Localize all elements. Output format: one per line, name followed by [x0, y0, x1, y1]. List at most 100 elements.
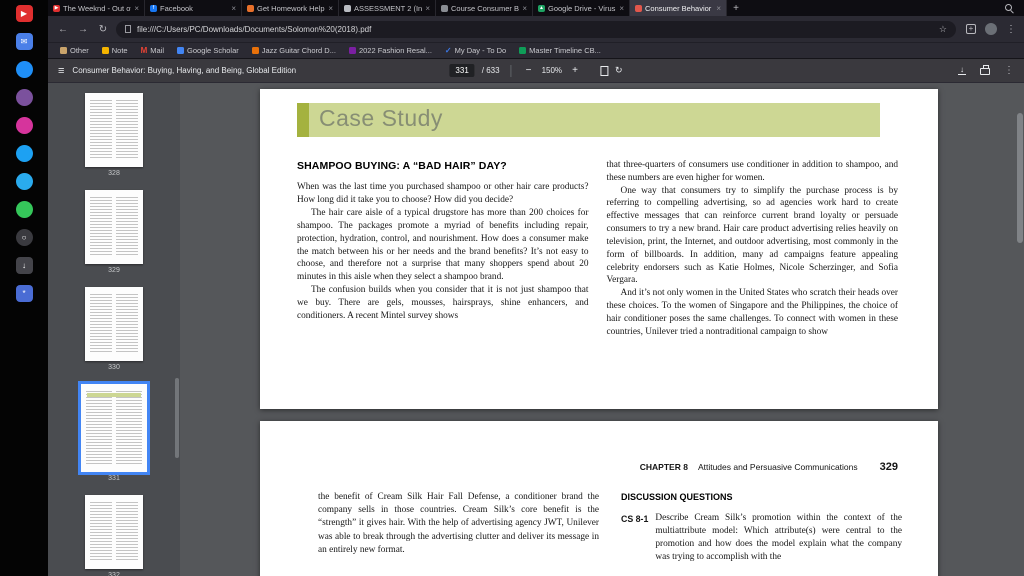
paragraph: that three-quarters of consumers use con…	[606, 160, 899, 183]
tab-title: Facebook	[160, 3, 193, 13]
tab-assessment[interactable]: ASSESSMENT 2 (Instructio ×	[339, 0, 436, 16]
pdf-page-331: Case Study SHAMPOO BUYING: A “BAD HAIR” …	[260, 89, 938, 409]
viewer-scrollbar[interactable]	[1017, 113, 1023, 243]
tab-facebook[interactable]: f Facebook ×	[145, 0, 242, 16]
clock-icon[interactable]: ○	[15, 229, 33, 246]
thumbnail-label: 329	[108, 267, 120, 274]
download-arrow: ↓	[960, 65, 964, 74]
bookmark-mail[interactable]: M Mail	[141, 46, 164, 55]
screen: ▶ ✉ ○ ↓ * ▶ The Weeknd - Out of Time × f…	[0, 0, 1024, 576]
browser-menu-icon[interactable]: ⋮	[1006, 24, 1016, 35]
telegram-icon[interactable]	[15, 173, 33, 190]
thumbnail-scrollbar[interactable]	[175, 378, 179, 458]
thumbnail-label: 330	[108, 364, 120, 371]
tab-title: The Weeknd - Out of Time	[63, 3, 131, 13]
twitter-icon[interactable]	[15, 145, 33, 162]
close-tab-icon[interactable]: ×	[134, 4, 139, 13]
thumbnail-page-331-active[interactable]: 331	[78, 381, 150, 482]
bookmark-fashion-resale[interactable]: 2022 Fashion Resal...	[348, 46, 432, 55]
thumbnail-label: 328	[108, 170, 120, 177]
settings-icon[interactable]: *	[15, 285, 33, 302]
page1-left-column: SHAMPOO BUYING: A “BAD HAIR” DAY? When w…	[297, 159, 589, 339]
tab-favicon	[344, 4, 351, 12]
close-tab-icon[interactable]: ×	[619, 4, 624, 13]
messenger-icon[interactable]	[15, 61, 33, 78]
thumbnail-page-332[interactable]: 332	[85, 495, 143, 576]
paragraph: When was the last time you purchased sha…	[297, 182, 589, 206]
zoom-level[interactable]: 150%	[542, 66, 562, 75]
back-icon[interactable]: ←	[56, 24, 70, 35]
thumbnail-page-329[interactable]: 329	[85, 190, 143, 274]
bookmark-label: Note	[111, 46, 128, 55]
thumbnail-page-328[interactable]: 328	[85, 93, 143, 177]
close-tab-icon[interactable]: ×	[328, 4, 333, 13]
app-dock: ▶ ✉ ○ ↓ *	[0, 0, 48, 576]
download-icon[interactable]: ↓	[958, 66, 966, 75]
guitar-site-icon	[251, 47, 259, 54]
tab-favicon	[441, 4, 448, 12]
address-bar[interactable]: file:///C:/Users/PC/Downloads/Documents/…	[116, 20, 956, 38]
tab-favicon: ▶	[53, 4, 60, 12]
page1-right-column: that three-quarters of consumers use con…	[607, 159, 899, 339]
search-tabs-icon[interactable]	[1005, 3, 1014, 13]
reload-icon[interactable]: ↻	[96, 24, 110, 35]
tab-the-weeknd[interactable]: ▶ The Weeknd - Out of Time ×	[48, 0, 145, 16]
page-number-input[interactable]: 331	[449, 64, 475, 77]
mail-icon[interactable]: ✉	[15, 33, 33, 50]
note-icon	[101, 47, 109, 54]
zoom-out-icon[interactable]: −	[523, 65, 535, 76]
more-options-icon[interactable]: ⋮	[1004, 65, 1014, 76]
extensions-icon[interactable]: +	[966, 24, 976, 34]
zoom-in-icon[interactable]: +	[569, 65, 581, 76]
thumbnail-panel: 328 329 330 331 332	[48, 83, 180, 576]
thumbnail-image[interactable]	[85, 287, 143, 361]
thumbnail-page-330[interactable]: 330	[85, 287, 143, 371]
close-tab-icon[interactable]: ×	[231, 4, 236, 13]
forward-icon[interactable]: →	[76, 24, 90, 35]
tab-consumer-behavior-active[interactable]: Consumer Behavior Buyin ×	[630, 0, 727, 16]
bookmark-note[interactable]: Note	[101, 46, 128, 55]
pdf-viewer[interactable]: Case Study SHAMPOO BUYING: A “BAD HAIR” …	[180, 83, 1024, 576]
bookmark-my-day[interactable]: ✓ My Day - To Do	[445, 46, 506, 55]
bookmark-label: Mail	[150, 46, 165, 55]
divider	[510, 64, 512, 77]
youtube-icon[interactable]: ▶	[15, 5, 33, 22]
discussion-question: CS 8-1 Describe Cream Silk’s promotion w…	[621, 512, 902, 565]
tab-title: Google Drive - Virus scan	[548, 3, 616, 13]
tab-title: Consumer Behavior Buyin	[645, 3, 713, 13]
chat-icon[interactable]	[15, 201, 33, 218]
sidebar-toggle-icon[interactable]: ≡	[58, 65, 64, 77]
rotate-icon[interactable]: ↻	[615, 65, 623, 76]
bookmark-jazz-guitar[interactable]: Jazz Guitar Chord D...	[251, 46, 336, 55]
close-tab-icon[interactable]: ×	[425, 4, 430, 13]
downloads-icon[interactable]: ↓	[15, 257, 33, 274]
case-study-banner: Case Study	[297, 103, 880, 137]
close-tab-icon[interactable]: ×	[522, 4, 527, 13]
thumbnail-image[interactable]	[85, 190, 143, 264]
profile-avatar[interactable]	[985, 23, 997, 35]
bookmark-star-icon[interactable]: ☆	[939, 24, 947, 35]
folder-icon	[60, 47, 67, 54]
file-icon	[125, 25, 131, 33]
tab-google-drive[interactable]: ▲ Google Drive - Virus scan ×	[533, 0, 630, 16]
paragraph: One way that consumers try to simplify t…	[606, 185, 899, 286]
thumbnail-image[interactable]	[78, 381, 150, 475]
bookmark-master-timeline[interactable]: Master Timeline CB...	[519, 46, 601, 55]
paragraph: The confusion builds when you consider t…	[297, 285, 589, 321]
new-tab-button[interactable]: +	[727, 0, 745, 16]
pdf-toolbar: ≡ Consumer Behavior: Buying, Having, and…	[48, 58, 1024, 82]
fit-page-icon[interactable]	[600, 65, 609, 76]
case-study-title: Case Study	[319, 105, 443, 131]
close-tab-icon[interactable]: ×	[716, 4, 721, 13]
bookmarks-bar: Other Note M Mail Google Scholar Jazz Gu…	[48, 42, 1024, 58]
bookmark-other[interactable]: Other	[60, 46, 89, 55]
instagram-icon[interactable]	[15, 117, 33, 134]
url-text: file:///C:/Users/PC/Downloads/Documents/…	[137, 24, 372, 34]
viber-icon[interactable]	[15, 89, 33, 106]
print-icon[interactable]	[980, 65, 990, 75]
tab-course[interactable]: Course Consumer Behavio ×	[436, 0, 533, 16]
thumbnail-image[interactable]	[85, 93, 143, 167]
bookmark-google-scholar[interactable]: Google Scholar	[177, 46, 239, 55]
thumbnail-image[interactable]	[85, 495, 143, 569]
tab-homework-help[interactable]: Get Homework Help With ×	[242, 0, 339, 16]
